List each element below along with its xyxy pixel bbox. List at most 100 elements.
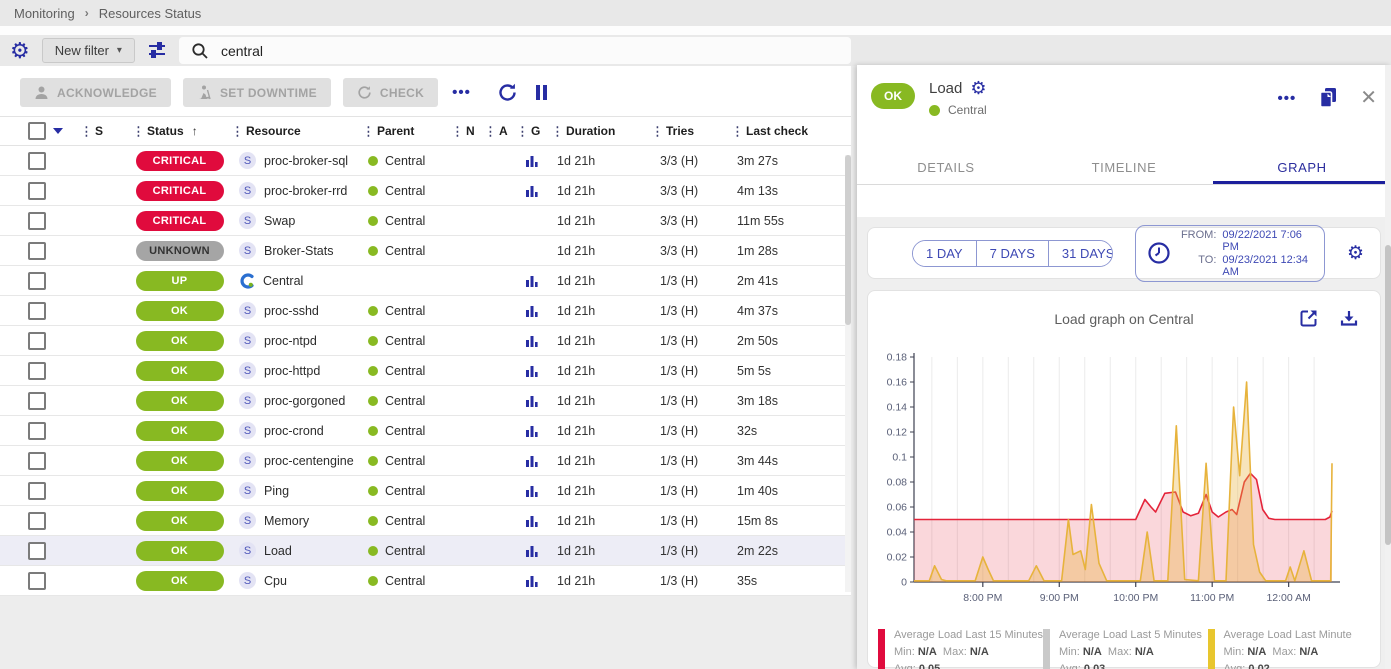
range-button-1-day[interactable]: 1 DAY [913, 240, 976, 266]
parent-name[interactable]: Central [385, 424, 425, 438]
graph-settings-gear-icon[interactable]: ⚙ [1347, 244, 1364, 263]
table-row[interactable]: OK Sproc-sshd Central 1d 21h 1/3 (H) 4m 37s [0, 296, 851, 326]
resource-name[interactable]: Broker-Stats [264, 244, 333, 258]
resource-name[interactable]: proc-crond [264, 424, 324, 438]
table-row[interactable]: CRITICAL Sproc-broker-rrd Central 1d 21h 3/3… [0, 176, 851, 206]
row-checkbox[interactable] [28, 451, 46, 470]
table-row[interactable]: UNKNOWN S Broker-Stats Central 1d 21h 3/3 (H)… [0, 236, 851, 266]
table-row[interactable]: CRITICAL Sproc-broker-sql Central 1d 21h 3/3… [0, 146, 851, 176]
column-header-duration[interactable]: ⋮ Duration [549, 124, 649, 138]
table-row[interactable]: OK S Cpu Central 1d 21h 1/3 (H) 35s [0, 566, 851, 596]
drag-handle-icon[interactable]: ⋮ [549, 124, 563, 138]
table-scrollbar[interactable] [845, 155, 851, 592]
graph-icon[interactable] [525, 364, 539, 378]
row-checkbox[interactable] [28, 571, 46, 590]
pause-icon[interactable] [535, 85, 547, 100]
legend-item[interactable]: Average Load Last 15 Minutes Min: N/A Max… [878, 627, 1043, 669]
resource-name[interactable]: Swap [264, 214, 295, 228]
graph-icon[interactable] [525, 304, 539, 318]
resource-name[interactable]: Cpu [264, 574, 287, 588]
panel-settings-gear-icon[interactable]: ⚙ [970, 79, 986, 97]
table-row[interactable]: OK Sproc-gorgoned Central 1d 21h 1/3 (H) 3m 1… [0, 386, 851, 416]
column-header-s[interactable]: ⋮ S [78, 124, 130, 138]
drag-handle-icon[interactable]: ⋮ [360, 124, 374, 138]
drag-handle-icon[interactable]: ⋮ [729, 124, 743, 138]
new-filter-dropdown[interactable]: New filter ▾ [41, 38, 135, 63]
resource-name[interactable]: proc-gorgoned [264, 394, 345, 408]
resource-name[interactable]: Memory [264, 514, 309, 528]
row-checkbox[interactable] [28, 241, 46, 260]
graph-icon[interactable] [525, 574, 539, 588]
parent-name[interactable]: Central [385, 244, 425, 258]
tune-filter-icon[interactable] [147, 41, 167, 61]
graph-icon[interactable] [525, 154, 539, 168]
parent-name[interactable]: Central [385, 334, 425, 348]
table-row[interactable]: OK Sproc-ntpd Central 1d 21h 1/3 (H) 2m 50s [0, 326, 851, 356]
parent-name[interactable]: Central [385, 454, 425, 468]
resource-name[interactable]: proc-ntpd [264, 334, 317, 348]
parent-name[interactable]: Central [385, 514, 425, 528]
table-row[interactable]: OK S Load Central 1d 21h 1/3 (H) 2m 22s [0, 536, 851, 566]
graph-icon[interactable] [525, 394, 539, 408]
resource-name[interactable]: proc-httpd [264, 364, 320, 378]
resource-name[interactable]: Load [264, 544, 292, 558]
parent-name[interactable]: Central [385, 214, 425, 228]
load-chart[interactable]: 0 0.02 0.04 0.06 0.08 0.1 0.12 0.14 0.16 0.18 8:00… [880, 349, 1364, 607]
graph-icon[interactable] [525, 514, 539, 528]
acknowledge-button[interactable]: ACKNOWLEDGE [20, 78, 171, 107]
graph-icon[interactable] [525, 454, 539, 468]
download-icon[interactable] [1340, 309, 1358, 327]
breadcrumb-item-monitoring[interactable]: Monitoring [14, 6, 75, 21]
tab-graph[interactable]: GRAPH [1213, 151, 1391, 184]
drag-handle-icon[interactable]: ⋮ [482, 124, 496, 138]
column-header-resource[interactable]: ⋮ Resource [229, 124, 360, 138]
drag-handle-icon[interactable]: ⋮ [229, 124, 243, 138]
parent-name[interactable]: Central [385, 544, 425, 558]
panel-scrollbar[interactable] [1385, 65, 1391, 669]
range-button-7-days[interactable]: 7 DAYS [975, 240, 1048, 266]
parent-name[interactable]: Central [385, 574, 425, 588]
tab-timeline[interactable]: TIMELINE [1035, 151, 1213, 184]
column-header-g[interactable]: ⋮ G [514, 124, 549, 138]
select-dropdown-icon[interactable] [53, 128, 63, 134]
table-row[interactable]: OK S Memory Central 1d 21h 1/3 (H) 15m 8s [0, 506, 851, 536]
table-row[interactable]: OK Sproc-httpd Central 1d 21h 1/3 (H) 5m 5s [0, 356, 851, 386]
range-button-31-days[interactable]: 31 DAYS [1047, 240, 1112, 266]
table-row[interactable]: CRITICAL S Swap Central 1d 21h 3/3 (H) 11m 55s [0, 206, 851, 236]
table-row[interactable]: OK S Ping Central 1d 21h 1/3 (H) 1m 40s [0, 476, 851, 506]
parent-name[interactable]: Central [385, 394, 425, 408]
row-checkbox[interactable] [28, 301, 46, 320]
column-header-tries[interactable]: ⋮ Tries [649, 124, 729, 138]
column-header-a[interactable]: ⋮ A [482, 124, 514, 138]
graph-icon[interactable] [525, 334, 539, 348]
refresh-icon[interactable] [497, 82, 518, 103]
row-checkbox[interactable] [28, 481, 46, 500]
more-actions-icon[interactable]: ••• [452, 84, 471, 101]
drag-handle-icon[interactable]: ⋮ [78, 124, 92, 138]
row-checkbox[interactable] [28, 361, 46, 380]
graph-icon[interactable] [525, 424, 539, 438]
row-checkbox[interactable] [28, 421, 46, 440]
resource-name[interactable]: Ping [264, 484, 289, 498]
resource-name[interactable]: proc-sshd [264, 304, 319, 318]
search-input[interactable]: central [178, 37, 851, 64]
column-header-n[interactable]: ⋮ N [449, 124, 482, 138]
parent-name[interactable]: Central [385, 184, 425, 198]
parent-name[interactable]: Central [385, 484, 425, 498]
column-header-parent[interactable]: ⋮ Parent [360, 124, 449, 138]
column-header-status[interactable]: ⋮ Status ↑ [130, 124, 229, 138]
close-icon[interactable]: ✕ [1360, 88, 1377, 108]
column-header-last-check[interactable]: ⋮ Last check [729, 124, 845, 138]
settings-gear-icon[interactable]: ⚙ [10, 39, 30, 62]
table-row[interactable]: OK Sproc-crond Central 1d 21h 1/3 (H) 32s [0, 416, 851, 446]
parent-name[interactable]: Central [385, 304, 425, 318]
drag-handle-icon[interactable]: ⋮ [449, 124, 463, 138]
row-checkbox[interactable] [28, 181, 46, 200]
resource-name[interactable]: proc-broker-sql [264, 154, 348, 168]
legend-item[interactable]: Average Load Last Minute Min: N/A Max: N/… [1207, 627, 1373, 669]
parent-name[interactable]: Central [385, 154, 425, 168]
drag-handle-icon[interactable]: ⋮ [514, 124, 528, 138]
row-checkbox[interactable] [28, 511, 46, 530]
copy-icon[interactable] [1318, 87, 1338, 109]
resource-name[interactable]: proc-centengine [264, 454, 354, 468]
